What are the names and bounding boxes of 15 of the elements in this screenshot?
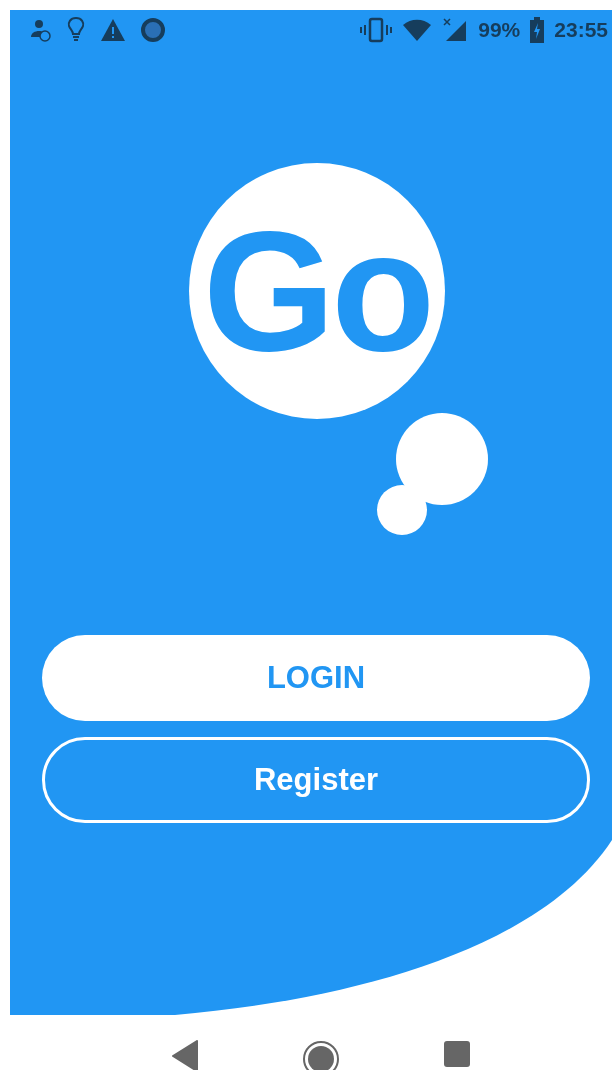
home-icon[interactable] (302, 1040, 340, 1070)
register-button[interactable]: Register (42, 737, 590, 823)
recents-icon[interactable] (442, 1040, 471, 1068)
battery-percentage: 99% (478, 18, 521, 42)
login-button[interactable]: LOGIN (42, 635, 590, 721)
wifi-icon (402, 18, 433, 42)
circle-icon (140, 17, 166, 43)
signal-icon (442, 17, 469, 43)
vibrate-icon (360, 17, 393, 43)
battery-charging-icon (530, 17, 545, 43)
lightbulb-icon (66, 16, 86, 44)
clock-time: 23:55 (554, 18, 608, 42)
back-icon[interactable] (171, 1040, 200, 1070)
warning-icon (100, 18, 126, 42)
logo-text: Go (202, 206, 432, 376)
